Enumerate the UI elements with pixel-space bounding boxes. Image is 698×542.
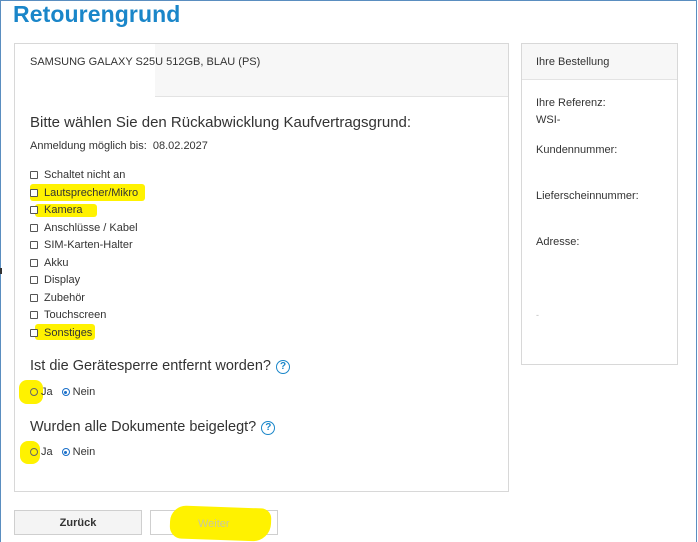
next-button-label: Weiter <box>198 518 230 530</box>
device-lock-no-radio[interactable] <box>61 388 70 396</box>
reason-option[interactable]: Zubehör <box>30 291 85 305</box>
deadline: Anmeldung möglich bis: 08.02.2027 <box>30 140 208 152</box>
documents-options: Ja Nein <box>30 445 95 459</box>
reason-label: Kamera <box>44 204 83 216</box>
reason-checkbox[interactable] <box>30 276 38 284</box>
reference-label: Ihre Referenz: <box>536 97 606 109</box>
product-name: SAMSUNG GALAXY S25U 512GB, BLAU (PS) <box>30 56 261 68</box>
reason-label: Akku <box>44 256 69 269</box>
device-lock-question-text: Ist die Gerätesperre entfernt worden? <box>30 358 271 374</box>
card-header: SAMSUNG GALAXY S25U 512GB, BLAU (PS) <box>15 44 508 97</box>
reason-option[interactable]: Touchscreen <box>30 308 106 322</box>
reason-checkbox[interactable] <box>30 241 38 249</box>
reason-option[interactable]: Akku <box>30 256 68 270</box>
edge-mark <box>0 268 2 274</box>
order-summary-card: Ihre Bestellung Ihre Referenz: WSI- Kund… <box>521 43 678 365</box>
return-reason-card: SAMSUNG GALAXY S25U 512GB, BLAU (PS) Bit… <box>14 43 509 492</box>
back-button[interactable]: Zurück <box>14 510 142 535</box>
reason-option[interactable]: Lautsprecher/Mikro <box>30 186 138 200</box>
documents-yes-radio[interactable] <box>30 448 38 456</box>
reason-option[interactable]: Sonstiges <box>30 326 92 340</box>
reason-checkbox[interactable] <box>30 258 38 267</box>
reason-label: Schaltet nicht an <box>44 169 126 181</box>
deadline-date: 08.02.2027 <box>152 140 208 152</box>
reference-value: WSI- <box>536 114 561 126</box>
delivery-note-label: Lieferscheinnummer: <box>536 190 639 202</box>
reason-option[interactable]: SIM-Karten-Halter <box>30 238 133 252</box>
reason-checkbox[interactable] <box>30 293 38 302</box>
radio-label: Nein <box>72 386 96 398</box>
reason-option[interactable]: Anschlüsse / Kabel <box>30 221 138 235</box>
reason-label: Lautsprecher/Mikro <box>44 186 139 199</box>
page-title: Retourengrund <box>13 1 181 27</box>
reason-label: Anschlüsse / Kabel <box>44 221 138 234</box>
device-lock-yes-radio[interactable] <box>30 388 38 396</box>
device-lock-question: Ist die Gerätesperre entfernt worden?? <box>30 358 290 374</box>
radio-label: Nein <box>72 446 96 458</box>
documents-no-radio[interactable] <box>61 448 70 456</box>
device-lock-options: Ja Nein <box>30 385 95 399</box>
reason-checkbox[interactable] <box>30 223 38 232</box>
reason-checkbox[interactable] <box>30 311 38 319</box>
radio-label: Ja <box>41 446 53 458</box>
reason-question: Bitte wählen Sie den Rückabwicklung Kauf… <box>30 114 412 131</box>
reason-checkbox[interactable] <box>30 206 38 214</box>
documents-question-text: Wurden alle Dokumente beigelegt? <box>30 419 257 435</box>
product-tab <box>15 44 155 97</box>
radio-label: Ja <box>41 386 53 398</box>
reason-checkbox[interactable] <box>30 328 38 337</box>
help-circle-icon[interactable]: ? <box>276 360 290 374</box>
reason-label: Sonstiges <box>44 326 93 339</box>
reason-label: Zubehör <box>44 291 85 304</box>
deadline-label: Anmeldung möglich bis: <box>30 140 147 152</box>
help-circle-icon[interactable]: ? <box>261 421 276 435</box>
reason-option[interactable]: Display <box>30 273 80 287</box>
reason-option[interactable]: Schaltet nicht an <box>30 168 125 182</box>
order-summary-title: Ihre Bestellung <box>522 44 677 80</box>
reason-label: SIM-Karten-Halter <box>44 239 133 251</box>
reason-label: Display <box>44 274 81 286</box>
customer-number-label: Kundennummer: <box>536 144 618 156</box>
reason-option[interactable]: Kamera <box>30 203 83 217</box>
placeholder-dash: - <box>536 310 539 320</box>
documents-question: Wurden alle Dokumente beigelegt?? <box>30 419 276 435</box>
reason-label: Touchscreen <box>44 309 107 321</box>
reason-checkbox[interactable] <box>30 171 38 179</box>
address-label: Adresse: <box>536 236 580 248</box>
reason-checkbox[interactable] <box>30 188 38 197</box>
